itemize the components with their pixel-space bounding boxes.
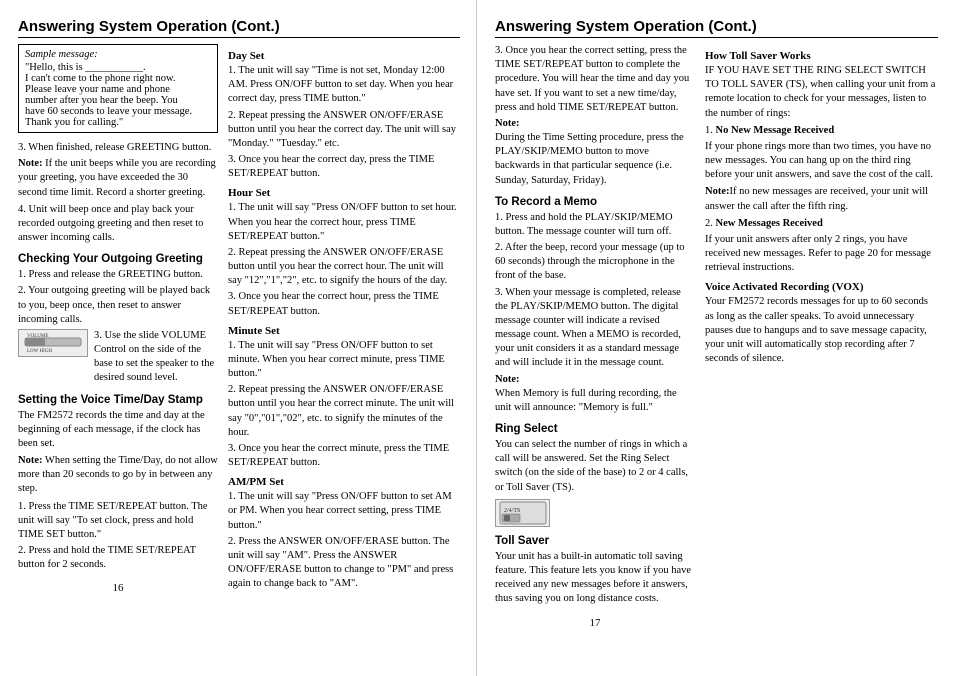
voice-body: The FM2572 records the time and day at t… xyxy=(18,409,218,452)
hour-item-2: 2. Repeat pressing the ANSWER ON/OFF/ERA… xyxy=(228,246,460,289)
minute-item-3: 3. Once you hear the correct minute, pre… xyxy=(228,442,460,470)
section-memo-title: To Record a Memo xyxy=(495,196,695,208)
no-new-msg-body: If your phone rings more than two times,… xyxy=(705,140,938,183)
minute-set-title: Minute Set xyxy=(228,325,460,337)
right-col-right: How Toll Saver Works IF YOU HAVE SET THE… xyxy=(705,44,938,629)
body-text-2: 4. Unit will beep once and play back you… xyxy=(18,203,218,246)
ampm-item-2: 2. Press the ANSWER ON/OFF/ERASE button.… xyxy=(228,535,460,592)
hour-item-3: 3. Once you hear the correct hour, press… xyxy=(228,290,460,318)
ampm-set-title: AM/PM Set xyxy=(228,476,460,488)
right-note-2: Note:When Memory is full during recordin… xyxy=(495,373,695,416)
section-toll-title: Toll Saver xyxy=(495,535,695,547)
svg-text:LOW HIGH: LOW HIGH xyxy=(27,349,52,354)
section-ring-title: Ring Select xyxy=(495,423,695,435)
right-note-1: Note:During the Time Setting procedure, … xyxy=(495,117,695,188)
vox-body: Your FM2572 records messages for up to 6… xyxy=(705,295,938,366)
ring-body: You can select the number of rings in wh… xyxy=(495,438,695,495)
section-checking-title: Checking Your Outgoing Greeting xyxy=(18,253,218,265)
ring-select-image: 2/4/TS xyxy=(495,499,550,527)
svg-text:VOLUME: VOLUME xyxy=(27,334,48,339)
left-col-right: Day Set 1. The unit will say "Time is no… xyxy=(228,44,460,594)
how-toll-title: How Toll Saver Works xyxy=(705,50,938,62)
checking-item-1: 1. Press and release the GREETING button… xyxy=(18,268,218,282)
minute-item-2: 2. Repeat pressing the ANSWER ON/OFF/ERA… xyxy=(228,383,460,440)
volume-image-row: VOLUME LOW HIGH 3. Use the slide VOLUME … xyxy=(18,329,218,386)
voice-item-1: 1. Press the TIME SET/REPEAT button. The… xyxy=(18,500,218,543)
right-page-number: 17 xyxy=(495,617,695,629)
sample-message-box: Sample message: "Hello, this is ________… xyxy=(18,44,218,133)
day-set-title: Day Set xyxy=(228,50,460,62)
minute-item-1: 1. The unit will say "Press ON/OFF butto… xyxy=(228,339,460,382)
memo-item-2: 2. After the beep, record your message (… xyxy=(495,241,695,284)
how-toll-body: IF YOU HAVE SET THE RING SELECT SWITCH T… xyxy=(705,64,938,121)
section-voice-title: Setting the Voice Time/Day Stamp xyxy=(18,394,218,406)
hour-item-1: 1. The unit will say "Press ON/OFF butto… xyxy=(228,201,460,244)
right-page: Answering System Operation (Cont.) 3. On… xyxy=(477,0,954,676)
volume-image: VOLUME LOW HIGH xyxy=(18,329,88,357)
right-col-left: 3. Once you hear the correct setting, pr… xyxy=(495,44,695,629)
toll-body: Your unit has a built-in automatic toll … xyxy=(495,550,695,607)
svg-text:2/4/TS: 2/4/TS xyxy=(504,508,520,514)
memo-item-3: 3. When your message is completed, relea… xyxy=(495,286,695,371)
no-new-msg-note: Note:If no new messages are received, yo… xyxy=(705,185,938,213)
new-msg-heading: 2. New Messages Received xyxy=(705,217,938,231)
right-page-title: Answering System Operation (Cont.) xyxy=(495,18,938,38)
hour-set-title: Hour Set xyxy=(228,187,460,199)
voice-note: Note: When setting the Time/Day, do not … xyxy=(18,454,218,497)
checking-item-3: 3. Use the slide VOLUME Control on the s… xyxy=(94,329,218,386)
sample-label: Sample message: xyxy=(25,49,211,60)
ampm-item-1: 1. The unit will say "Press ON/OFF butto… xyxy=(228,490,460,533)
body-text-1: 3. When finished, release GREETING butto… xyxy=(18,141,218,155)
no-new-msg-heading: 1. No New Message Received xyxy=(705,124,938,138)
checking-item-2: 2. Your outgoing greeting will be played… xyxy=(18,284,218,327)
note-1: Note: If the unit beeps while you are re… xyxy=(18,157,218,200)
page-container: Answering System Operation (Cont.) Sampl… xyxy=(0,0,954,676)
new-msg-body: If your unit answers after only 2 rings,… xyxy=(705,233,938,276)
memo-item-1: 1. Press and hold the PLAY/SKIP/MEMO but… xyxy=(495,211,695,239)
left-page-title: Answering System Operation (Cont.) xyxy=(18,18,460,38)
left-page: Answering System Operation (Cont.) Sampl… xyxy=(0,0,477,676)
day-item-3: 3. Once you hear the correct day, press … xyxy=(228,153,460,181)
left-page-number: 16 xyxy=(18,582,218,594)
day-item-2: 2. Repeat pressing the ANSWER ON/OFF/ERA… xyxy=(228,109,460,152)
voice-item-2: 2. Press and hold the TIME SET/REPEAT bu… xyxy=(18,544,218,572)
ring-image-row: 2/4/TS xyxy=(495,499,695,527)
sample-text: "Hello, this is ___________.I can't come… xyxy=(25,62,211,128)
right-body-1: 3. Once you hear the correct setting, pr… xyxy=(495,44,695,115)
left-col-left: Sample message: "Hello, this is ________… xyxy=(18,44,218,594)
vox-title: Voice Activated Recording (VOX) xyxy=(705,281,938,293)
day-item-1: 1. The unit will say "Time is not set, M… xyxy=(228,64,460,107)
